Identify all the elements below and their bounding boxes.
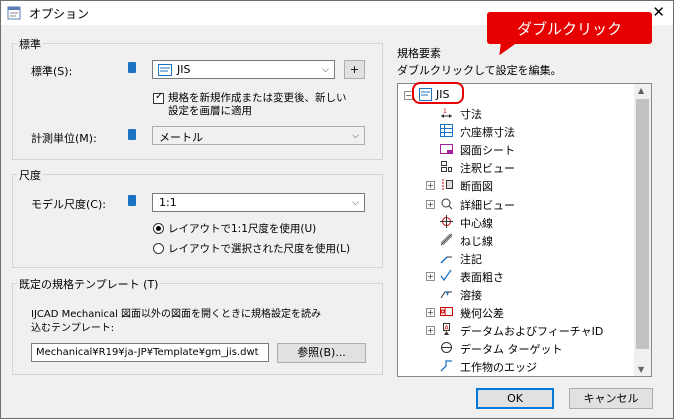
standard-elements-tree[interactable]: − JIS 1 寸法 穴座標寸法 図面シート 注釈ビュー + 断面図 + 詳細ビュー 中心線 ねじ線… — [397, 83, 652, 377]
standard-label: 標準(S): — [31, 65, 73, 78]
expand-icon[interactable]: + — [426, 181, 435, 191]
template-path-field[interactable]: Mechanical¥R19¥ja-JP¥Template¥gm_jis.dwt — [31, 343, 269, 362]
dimension-icon: 1 — [441, 108, 452, 118]
template-description-line1: IJCAD Mechanical 図面以外の図面を開くときに規格設定を読み — [31, 309, 322, 320]
tree-item-label: 穴座標寸法 — [460, 126, 515, 140]
tree-item-label: 中心線 — [460, 216, 493, 230]
drawing-sheet-icon — [440, 144, 453, 155]
radio-layout-selected-scale-label: レイアウトで選択された尺度を使用(L) — [168, 243, 351, 255]
ok-button[interactable]: OK — [476, 388, 554, 409]
tree-scrollbar[interactable]: ▲ ▼ — [634, 84, 651, 376]
datum-target-icon — [441, 342, 452, 354]
standard-book-icon — [128, 62, 136, 73]
weld-icon — [440, 291, 452, 299]
elements-title: 規格要素 — [397, 47, 441, 60]
standard-select-value: JIS — [177, 63, 191, 76]
chevron-down-icon: ⌵ — [352, 131, 359, 141]
radio-layout-1to1-label: レイアウトで1:1尺度を使用(U) — [168, 223, 317, 235]
tree-item-label: 断面図 — [460, 180, 493, 194]
tree-item-label: 溶接 — [460, 289, 482, 302]
cancel-button[interactable]: キャンセル — [569, 388, 653, 409]
unit-select[interactable]: メートル ⌵ — [152, 126, 365, 145]
expand-icon[interactable]: + — [426, 308, 435, 318]
tree-item-label: データムおよびフィーチャID — [460, 325, 604, 339]
surface-texture-icon — [440, 269, 452, 281]
radio-layout-1to1[interactable] — [153, 223, 164, 234]
svg-text:1: 1 — [443, 108, 447, 115]
standard-select[interactable]: JIS ⌵ — [152, 60, 335, 79]
apply-to-layers-checkbox[interactable]: ✓ — [153, 91, 164, 104]
apply-to-layers-label-line2: 設定を画層に適用 — [168, 105, 252, 117]
unit-book-icon — [128, 129, 136, 140]
tree-item-label: 寸法 — [460, 108, 482, 121]
browse-button[interactable]: 参照(B)... — [277, 343, 366, 363]
gdt-icon — [440, 307, 453, 317]
hole-chart-icon — [440, 124, 453, 138]
tree-item-label: 表面粗さ — [460, 270, 504, 284]
tree-item-label: ねじ線 — [460, 234, 493, 248]
scrollbar-thumb[interactable] — [636, 99, 649, 349]
unit-label: 計測単位(M): — [31, 132, 97, 145]
expand-icon[interactable]: + — [426, 271, 435, 281]
jis-standard-icon — [158, 64, 172, 76]
model-scale-label: モデル尺度(C): — [31, 198, 106, 211]
radio-layout-selected-scale[interactable] — [153, 243, 164, 254]
standard-group-title: 標準 — [17, 36, 43, 52]
unit-select-value: メートル — [159, 131, 203, 144]
expand-icon[interactable]: + — [426, 199, 435, 209]
radio-selected-dot — [156, 226, 161, 231]
app-icon — [7, 6, 21, 20]
tree-item-label: データム ターゲット — [460, 343, 563, 357]
scroll-up-icon[interactable]: ▲ — [638, 86, 644, 95]
scroll-down-icon[interactable]: ▼ — [638, 365, 644, 374]
edge-icon — [440, 360, 452, 372]
tree-item-label: 注記 — [460, 252, 482, 266]
template-description-line2: 込むテンプレート: — [31, 323, 115, 334]
close-icon[interactable]: ✕ — [652, 3, 665, 21]
scale-book-icon — [128, 195, 136, 206]
scale-group-title: 尺度 — [17, 167, 43, 183]
callout-text: ダブルクリック — [516, 20, 622, 38]
double-click-callout: ダブルクリック — [487, 12, 652, 44]
model-scale-select[interactable]: 1:1 ⌵ — [152, 193, 365, 212]
checkmark-icon: ✓ — [155, 91, 164, 102]
template-group-title: 既定の規格テンプレート (T) — [17, 276, 161, 292]
window-title: オプション — [29, 7, 90, 21]
section-view-icon — [442, 179, 453, 191]
tree-item-label: 幾何公差 — [460, 307, 504, 321]
add-standard-button[interactable]: + — [344, 60, 365, 79]
centerline-icon — [440, 214, 453, 228]
tree-item-label: 工作物のエッジ — [460, 361, 537, 375]
datum-id-icon: A — [443, 323, 450, 336]
expand-icon[interactable]: + — [426, 326, 435, 336]
tree-item-label: 注釈ビュー — [460, 162, 515, 176]
thread-icon — [440, 233, 453, 246]
chevron-down-icon: ⌵ — [352, 198, 359, 208]
options-dialog: オプション ✕ 標準 標準(S): JIS ⌵ + ✓ 規格を新規作成または変更… — [0, 0, 674, 419]
model-scale-value: 1:1 — [159, 196, 177, 209]
detail-view-icon — [441, 198, 453, 209]
tree-item-label: 詳細ビュー — [460, 198, 515, 212]
jis-highlight-ring — [412, 82, 464, 104]
annotation-view-icon — [441, 161, 452, 173]
note-icon — [440, 256, 452, 264]
tree-item-label: 図面シート — [460, 144, 515, 158]
chevron-down-icon: ⌵ — [322, 65, 329, 75]
elements-instruction: ダブルクリックして設定を編集。 — [397, 64, 562, 77]
